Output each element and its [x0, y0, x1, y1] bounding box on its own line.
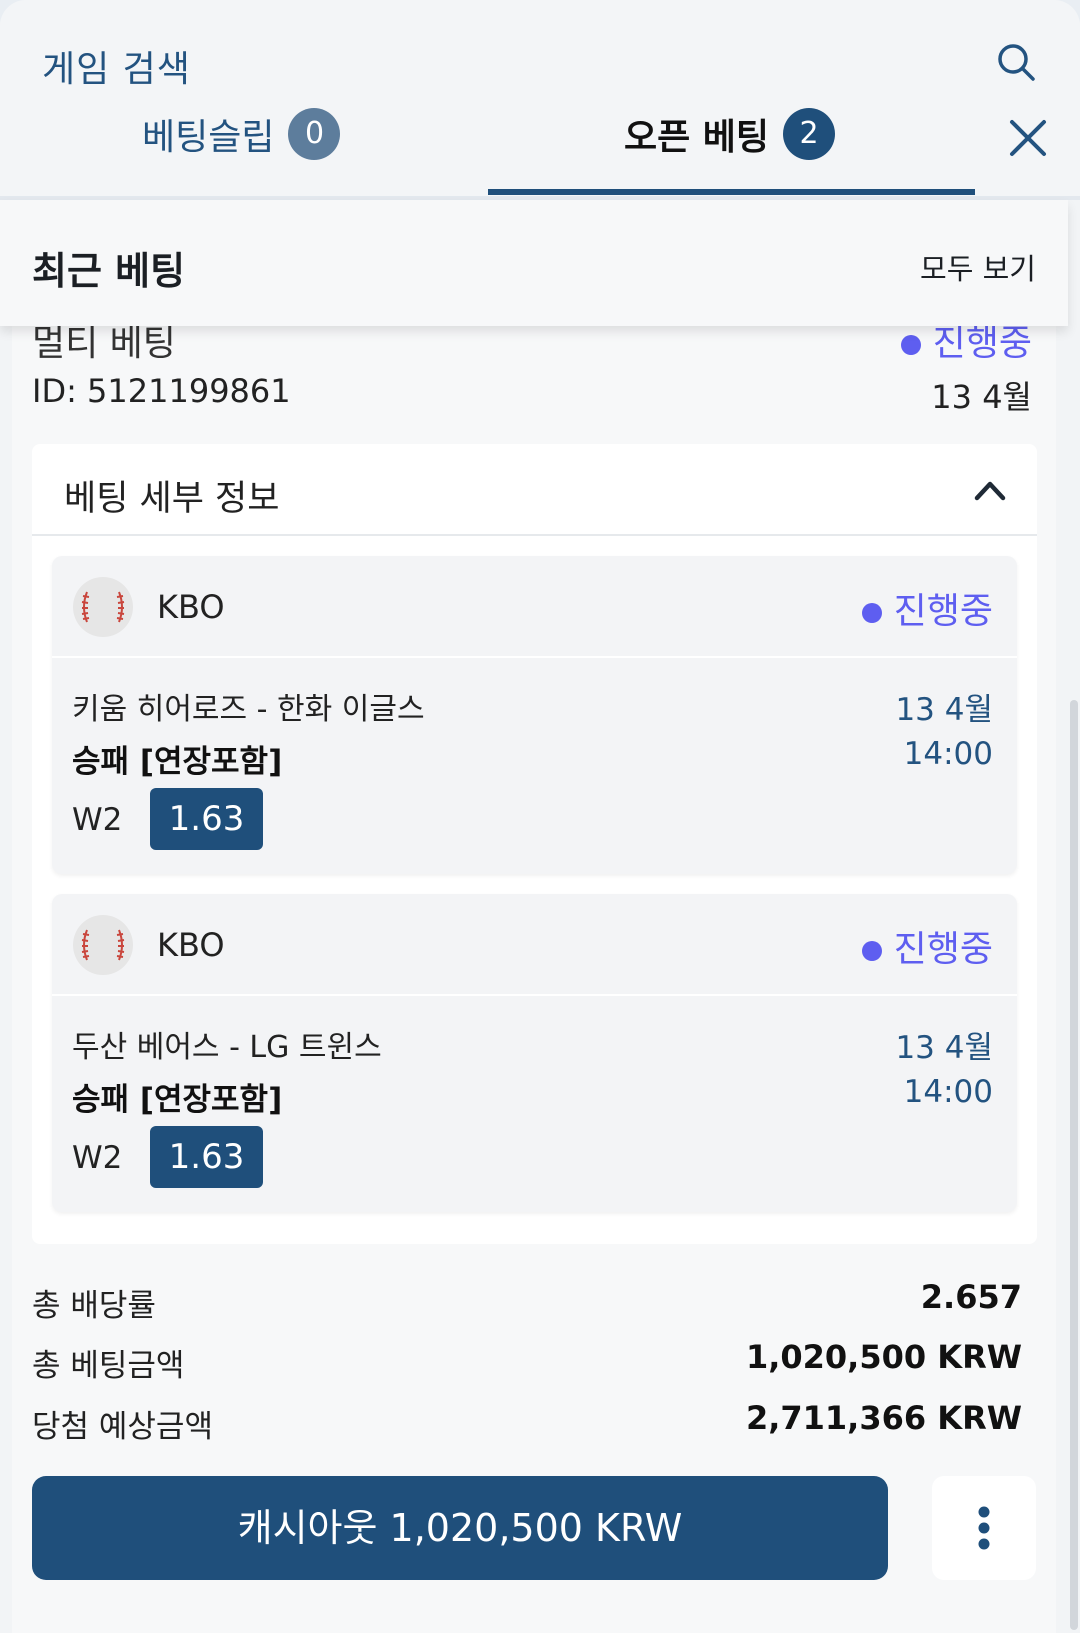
selection-card: KBO 진행중 두산 베어스 - LG 트윈스 13 4월 승패 [연장포함] … [52, 894, 1017, 1212]
open-bets-panel: 게임 검색 베팅슬립 0 오픈 베팅 2 최근 베팅 모두 보기 멀티 베팅 진행중… [0, 0, 1080, 1633]
tab-betslip-count-badge: 0 [288, 108, 341, 160]
scrollbar[interactable] [1070, 700, 1078, 1630]
chevron-up-icon[interactable] [973, 474, 1007, 504]
tab-open-bets-count-badge: 2 [783, 108, 836, 160]
tab-open-bets-label: 오픈 베팅 [624, 117, 770, 158]
potential-win-label: 당첨 예상금액 [32, 1409, 213, 1445]
market-name: 승패 [연장포함] [72, 1082, 283, 1118]
selection-status-label: 진행중 [893, 591, 993, 632]
odds-badge: 1.63 [150, 1126, 263, 1188]
tab-betslip-label: 베팅슬립 [142, 117, 275, 158]
selection-status-label: 진행중 [893, 929, 993, 970]
status-dot-icon [861, 603, 882, 623]
bet-details-title: 베팅 세부 정보 [64, 479, 280, 519]
match-time: 14:00 [903, 1074, 993, 1110]
more-vertical-icon [978, 1506, 990, 1550]
bet-date: 13 4월 [931, 378, 1032, 416]
match-date: 13 4월 [895, 1030, 993, 1066]
bet-details-section: 베팅 세부 정보 KBO 진행중 키움 히어로즈 - 한화 이글스 13 4월 … [32, 444, 1037, 1244]
selection-status: 진행중 [861, 920, 993, 972]
total-stake-label: 총 베팅금액 [32, 1348, 185, 1384]
more-options-button[interactable] [932, 1476, 1036, 1580]
search-icon[interactable] [996, 42, 1036, 82]
cashout-button[interactable]: 캐시아웃 1,020,500 KRW [32, 1476, 888, 1580]
bet-status-label: 진행중 [932, 323, 1032, 364]
league-name: KBO [157, 588, 225, 626]
total-odds-label: 총 배당률 [32, 1288, 156, 1324]
status-dot-icon [861, 941, 882, 961]
view-all-link[interactable]: 모두 보기 [920, 246, 1036, 288]
selection-header: KBO 진행중 [52, 556, 1017, 658]
bet-id: ID: 5121199861 [32, 372, 291, 410]
outcome-label: W2 [72, 1140, 123, 1176]
match-time: 14:00 [903, 736, 993, 772]
selection-card: KBO 진행중 키움 히어로즈 - 한화 이글스 13 4월 승패 [연장포함]… [52, 556, 1017, 874]
market-name: 승패 [연장포함] [72, 744, 283, 780]
selection-status: 진행중 [861, 582, 993, 634]
recent-bets-title: 최근 베팅 [32, 249, 186, 293]
tab-open-bets[interactable]: 오픈 베팅 2 [624, 108, 836, 190]
baseball-icon [73, 577, 133, 637]
total-odds-value: 2.657 [920, 1278, 1022, 1316]
potential-win-row: 당첨 예상금액 2,711,366 KRW [32, 1395, 1022, 1445]
bet-card: 멀티 베팅 진행중 ID: 5121199861 13 4월 베팅 세부 정보 [12, 300, 1056, 1633]
total-odds-row: 총 배당률 2.657 [32, 1274, 1022, 1324]
active-tab-indicator [488, 189, 975, 195]
recent-bets-bar: 최근 베팅 모두 보기 [0, 200, 1068, 326]
match-name[interactable]: 두산 베어스 - LG 트윈스 [72, 1022, 382, 1066]
odds-badge: 1.63 [150, 788, 263, 850]
baseball-icon [73, 915, 133, 975]
potential-win-value: 2,711,366 KRW [745, 1399, 1022, 1437]
close-icon[interactable] [1008, 118, 1048, 158]
total-stake-row: 총 베팅금액 1,020,500 KRW [32, 1334, 1022, 1384]
outcome-label: W2 [72, 802, 123, 838]
league-name: KBO [157, 926, 225, 964]
tab-betslip[interactable]: 베팅슬립 0 [142, 108, 341, 190]
selection-header: KBO 진행중 [52, 894, 1017, 996]
header: 게임 검색 베팅슬립 0 오픈 베팅 2 [0, 0, 1080, 200]
bet-details-header[interactable]: 베팅 세부 정보 [32, 444, 1037, 536]
match-date: 13 4월 [895, 692, 993, 728]
status-dot-icon [900, 335, 921, 355]
search-games-label[interactable]: 게임 검색 [42, 40, 191, 92]
total-stake-value: 1,020,500 KRW [745, 1338, 1022, 1376]
match-name[interactable]: 키움 히어로즈 - 한화 이글스 [72, 684, 425, 728]
